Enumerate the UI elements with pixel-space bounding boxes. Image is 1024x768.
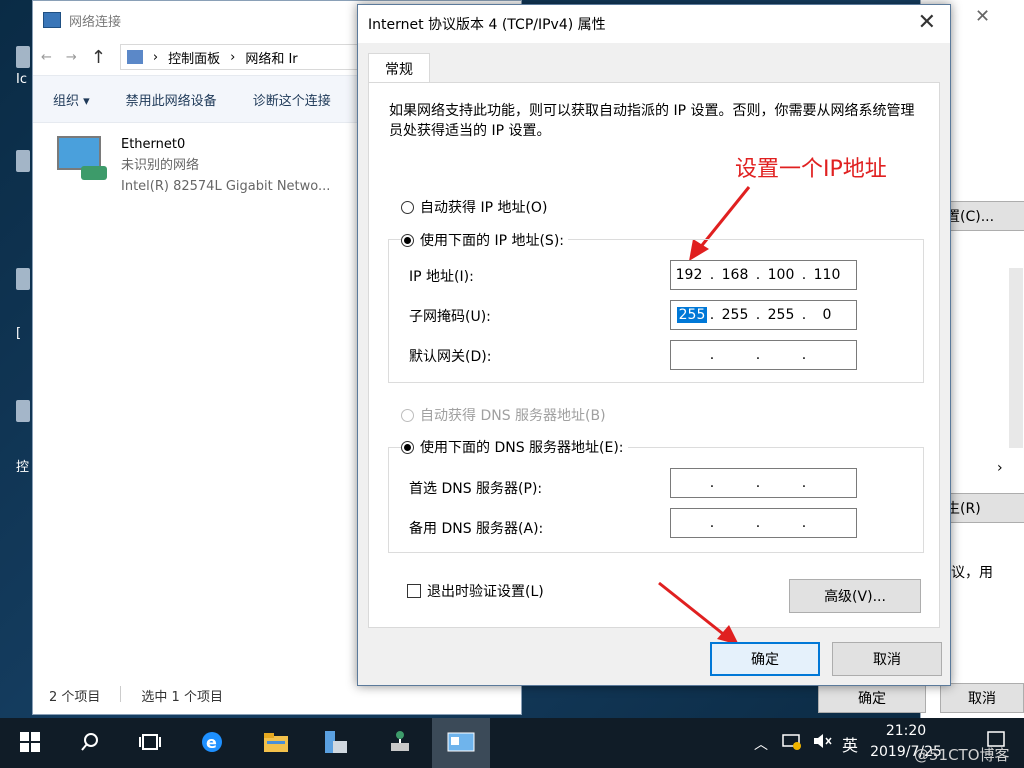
alternate-dns-field[interactable]: ...: [670, 508, 857, 538]
general-panel: 如果网络支持此功能，则可以获取自动指派的 IP 设置。否则，你需要从网络系统管理…: [368, 82, 940, 645]
ip-group: IP 地址(I): 192. 168. 100. 110 子网掩码(U): 25…: [388, 239, 924, 383]
show-hidden-icons[interactable]: ︿: [754, 734, 768, 754]
mask-octet: 255: [721, 307, 749, 323]
annotation-arrow-icon: [658, 581, 739, 645]
watermark: @51CTO博客: [914, 746, 1010, 764]
mask-octet-selected: 255: [677, 307, 707, 323]
background-cancel-button[interactable]: 取消: [940, 683, 1024, 713]
validate-label: 退出时验证设置(L): [427, 584, 544, 600]
auto-dns-radio[interactable]: 自动获得 DNS 服务器地址(B): [401, 405, 606, 425]
checkbox-icon: [407, 584, 421, 598]
control-panel-icon: [126, 50, 143, 64]
item-count: 2 个项目: [49, 690, 101, 705]
clock-time: 21:20: [885, 723, 927, 739]
description-text: 议，用: [951, 565, 993, 581]
search-icon[interactable]: [76, 728, 104, 756]
dialog-title: Internet 协议版本 4 (TCP/IPv4) 属性: [368, 17, 606, 33]
control-panel-task-icon[interactable]: [447, 728, 475, 756]
ip-octet: 192: [675, 267, 703, 283]
desktop-icon[interactable]: [16, 268, 30, 290]
disable-device-button[interactable]: 禁用此网络设备: [126, 90, 217, 109]
dialog-titlebar: Internet 协议版本 4 (TCP/IPv4) 属性: [358, 5, 950, 43]
organize-menu[interactable]: 组织 ▾: [53, 90, 90, 109]
dns-group: 首选 DNS 服务器(P): ... 备用 DNS 服务器(A): ...: [388, 447, 924, 553]
alternate-dns-label: 备用 DNS 服务器(A):: [409, 521, 544, 537]
internet-explorer-icon[interactable]: e: [198, 728, 226, 756]
radio-selected-icon: [401, 440, 414, 454]
validate-checkbox[interactable]: 退出时验证设置(L): [407, 581, 544, 601]
radio-icon: [401, 408, 414, 422]
auto-ip-radio[interactable]: 自动获得 IP 地址(O): [401, 197, 547, 217]
manual-dns-label: 使用下面的 DNS 服务器地址(E):: [420, 440, 624, 456]
ip-octet: 100: [767, 267, 795, 283]
desktop-label: [: [16, 326, 22, 341]
breadcrumb-item-network[interactable]: 网络和 Ir: [245, 48, 297, 67]
diagnose-button[interactable]: 诊断这个连接: [253, 90, 331, 109]
gateway-field[interactable]: ...: [670, 340, 857, 370]
network-folder-icon: [43, 12, 61, 28]
network-tool-icon[interactable]: [386, 728, 414, 756]
taskbar: e ︿ 英 21:20 2019/7/25: [0, 718, 1024, 768]
desktop-icon[interactable]: [16, 400, 30, 422]
windows-start-icon[interactable]: [16, 728, 44, 756]
breadcrumb-separator-icon: ›: [230, 49, 236, 65]
back-icon[interactable]: ←: [41, 50, 52, 65]
adapter-item[interactable]: Ethernet0 未识别的网络 Intel(R) 82574L Gigabit…: [53, 134, 330, 197]
auto-ip-label: 自动获得 IP 地址(O): [420, 200, 548, 216]
breadcrumb-separator-icon: ›: [152, 49, 159, 65]
cancel-button[interactable]: 取消: [832, 642, 942, 676]
manual-dns-radio[interactable]: 使用下面的 DNS 服务器地址(E):: [401, 437, 628, 457]
tab-general[interactable]: 常规: [368, 53, 430, 84]
window-title: 网络连接: [69, 14, 122, 30]
scroll-right-icon[interactable]: ›: [997, 460, 1003, 476]
selected-count: 选中 1 个项目: [141, 690, 223, 705]
manual-ip-label: 使用下面的 IP 地址(S):: [420, 233, 564, 249]
advanced-button[interactable]: 高级(V)...: [789, 579, 921, 613]
svg-text:e: e: [206, 733, 217, 752]
properties-button[interactable]: 生(R): [941, 493, 1024, 523]
up-icon[interactable]: ↑: [91, 47, 106, 68]
ip-octet: 168: [721, 267, 749, 283]
network-adapter-icon: [53, 134, 111, 186]
close-icon[interactable]: ✕: [975, 6, 990, 27]
mask-octet: 255: [767, 307, 795, 323]
ok-button[interactable]: 确定: [710, 642, 820, 676]
scrollbar[interactable]: [1009, 268, 1023, 448]
input-method-indicator[interactable]: 英: [842, 732, 858, 756]
radio-icon: [401, 200, 414, 214]
volume-muted-icon[interactable]: [812, 732, 832, 754]
file-explorer-icon[interactable]: [262, 728, 290, 756]
adapter-name: Ethernet0: [121, 137, 186, 152]
configure-button[interactable]: 置(C)...: [941, 201, 1024, 231]
forward-icon[interactable]: →: [66, 50, 77, 65]
desktop-icon[interactable]: [16, 150, 30, 172]
server-manager-icon[interactable]: [322, 728, 350, 756]
preferred-dns-label: 首选 DNS 服务器(P):: [409, 481, 543, 497]
dialog-description: 如果网络支持此功能，则可以获取自动指派的 IP 设置。否则，你需要从网络系统管理…: [389, 103, 915, 139]
subnet-mask-label: 子网掩码(U):: [409, 309, 491, 325]
close-icon[interactable]: ✕: [918, 10, 936, 35]
subnet-mask-field[interactable]: 255. 255. 255. 0: [670, 300, 857, 330]
annotation-text: 设置一个IP地址: [735, 157, 887, 182]
ipv4-properties-dialog: Internet 协议版本 4 (TCP/IPv4) 属性 ✕ 常规 如果网络支…: [357, 4, 951, 686]
manual-ip-radio[interactable]: 使用下面的 IP 地址(S):: [401, 230, 568, 250]
auto-dns-label: 自动获得 DNS 服务器地址(B): [420, 408, 606, 424]
ip-address-label: IP 地址(I):: [409, 269, 474, 285]
radio-selected-icon: [401, 233, 414, 247]
adapter-device: Intel(R) 82574L Gigabit Netwo...: [121, 179, 331, 194]
preferred-dns-field[interactable]: ...: [670, 468, 857, 498]
desktop-label: Ic: [16, 72, 27, 87]
background-ok-button[interactable]: 确定: [818, 683, 926, 713]
gateway-label: 默认网关(D):: [409, 349, 492, 365]
desktop-icon[interactable]: [16, 46, 30, 68]
desktop-label: 控: [16, 460, 30, 475]
task-view-icon[interactable]: [136, 728, 164, 756]
status-bar: 2 个项目 选中 1 个项目: [49, 686, 223, 705]
ip-address-field[interactable]: 192. 168. 100. 110: [670, 260, 857, 290]
network-status-icon[interactable]: [782, 732, 802, 754]
mask-octet: 0: [822, 307, 832, 323]
ip-octet: 110: [813, 267, 841, 283]
breadcrumb-item-control-panel[interactable]: 控制面板: [168, 48, 220, 67]
adapter-status: 未识别的网络: [121, 158, 200, 173]
